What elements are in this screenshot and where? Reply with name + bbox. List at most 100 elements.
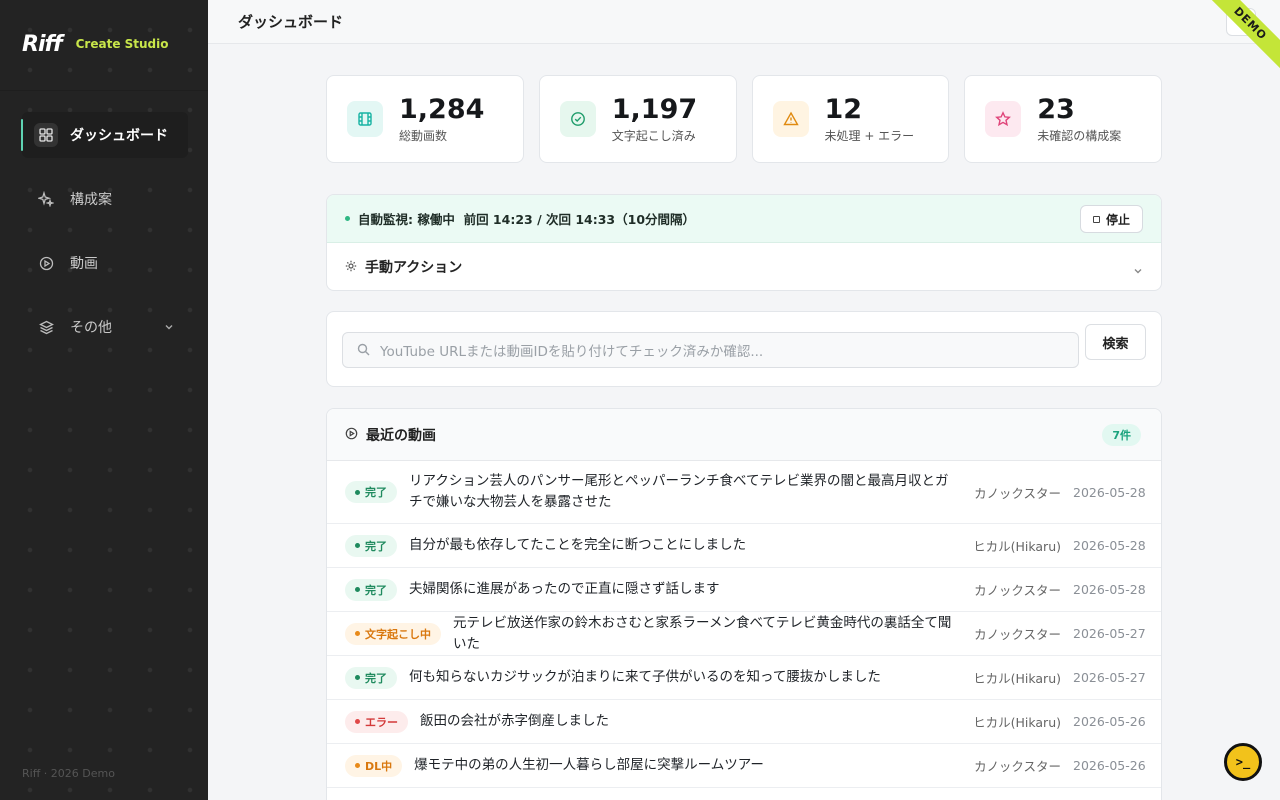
sidebar-nav: ダッシュボード 構成案 動画 その他 bbox=[21, 112, 188, 368]
sidebar-item-videos[interactable]: 動画 bbox=[22, 240, 188, 286]
sidebar-footer: Riff · 2026 Demo bbox=[22, 767, 115, 780]
status-dot bbox=[355, 631, 360, 636]
stat-value: 12 bbox=[824, 93, 863, 125]
play-circle-icon bbox=[34, 251, 58, 275]
status-badge: 完了 bbox=[345, 666, 397, 689]
warning-triangle-icon bbox=[772, 101, 809, 137]
video-title[interactable]: 元テレビ放送作家の鈴木おさむと家系ラーメン食べてテレビ黄金時代の裏話全て聞いた bbox=[453, 613, 971, 655]
video-date: 2026-05-26 bbox=[1073, 714, 1146, 729]
video-channel: カノックスター bbox=[974, 759, 1061, 774]
sidebar-item-dashboard[interactable]: ダッシュボード bbox=[21, 112, 188, 158]
status-dot bbox=[355, 543, 360, 548]
video-title[interactable]: 自分が最も依存してたことを完全に断つことにしました bbox=[409, 535, 971, 556]
sidebar: Riff Create Studio ダッシュボード 構成案 動画 その他 Ri… bbox=[0, 0, 208, 800]
video-date: 2026-05-26 bbox=[1073, 758, 1146, 773]
recent-videos-header: 最近の動画 7件 bbox=[327, 409, 1161, 461]
table-row[interactable]: 完了 何も知らないカジサックが泊まりに来て子供がいるのを知って腰抜かしました ヒカル… bbox=[327, 656, 1161, 700]
recent-videos-panel: 最近の動画 7件 完了 リアクション芸人のパンサー尾形とペッパーランチ食べてテレビ… bbox=[326, 408, 1162, 800]
sparkles-icon bbox=[34, 187, 58, 211]
status-dot bbox=[355, 587, 360, 592]
count-badge: 7件 bbox=[1102, 424, 1141, 446]
main-content: 1,284 総動画数 1,197 文字起こし済み 12 未処理 + エラー 23… bbox=[326, 75, 1162, 800]
video-title[interactable]: 夫婦関係に進展があったので正直に隠さず話します bbox=[409, 579, 971, 600]
stats-row: 1,284 総動画数 1,197 文字起こし済み 12 未処理 + エラー 23… bbox=[326, 75, 1162, 163]
sidebar-item-label: 動画 bbox=[70, 256, 98, 272]
stop-icon bbox=[1092, 215, 1100, 223]
check-circle-icon bbox=[559, 101, 596, 137]
brand-subtitle: Create Studio bbox=[75, 37, 169, 51]
monitor-panel: 自動監視: 稼働中 前回 14:23 / 次回 14:33（10分間隔） 停止 … bbox=[326, 194, 1162, 291]
page-title: ダッシュボード bbox=[238, 13, 344, 31]
play-circle-icon bbox=[345, 425, 358, 444]
video-date: 2026-05-28 bbox=[1073, 538, 1146, 553]
video-date: 2026-05-27 bbox=[1073, 670, 1146, 685]
video-date: 2026-05-27 bbox=[1073, 626, 1146, 641]
film-icon bbox=[347, 101, 383, 137]
gear-icon bbox=[345, 257, 357, 276]
top-header: ダッシュボード bbox=[208, 0, 1280, 44]
table-row[interactable]: DL中 爆モテ中の弟の人生初一人暮らし部屋に突撃ルームツアー カノックスター 2026… bbox=[327, 744, 1161, 788]
table-row[interactable]: エラー 飯田の会社が赤字倒産しました ヒカル(Hikaru) 2026-05-26 bbox=[327, 700, 1161, 744]
brand[interactable]: Riff Create Studio bbox=[22, 30, 169, 58]
stat-card-total: 1,284 総動画数 bbox=[326, 75, 524, 163]
video-channel: ヒカル(Hikaru) bbox=[973, 539, 1061, 554]
stop-button[interactable]: 停止 bbox=[1079, 205, 1143, 233]
search-button[interactable]: 検索 bbox=[1085, 324, 1146, 360]
star-icon bbox=[985, 101, 1022, 137]
demo-ribbon-container: DEMO bbox=[1190, 0, 1280, 90]
chevron-down-icon bbox=[1133, 261, 1143, 280]
table-row[interactable]: 完了 夫婦関係に進展があったので正直に隠さず話します カノックスター 2026-05-… bbox=[327, 568, 1161, 612]
brand-divider bbox=[0, 90, 208, 91]
table-row[interactable]: 文字起こし中 元テレビ放送作家の鈴木おさむと家系ラーメン食べてテレビ黄金時代の裏話… bbox=[327, 612, 1161, 656]
status-badge: エラー bbox=[345, 710, 408, 733]
search-placeholder: YouTube URLまたは動画IDを貼り付けてチェック済みか確認... bbox=[380, 344, 764, 360]
video-channel: カノックスター bbox=[974, 583, 1061, 598]
video-date: 2026-05-28 bbox=[1073, 484, 1146, 500]
table-row[interactable]: 完了 自分が最も依存してたことを完全に断つことにしました ヒカル(Hikaru) 20… bbox=[327, 524, 1161, 568]
video-title[interactable]: 飯田の会社が赤字倒産しました bbox=[420, 711, 971, 732]
video-title[interactable]: 爆モテ中の弟の人生初一人暮らし部屋に突撃ルームツアー bbox=[414, 755, 971, 776]
video-date: 2026-05-28 bbox=[1073, 582, 1146, 597]
stat-card-transcribed: 1,197 文字起こし済み bbox=[538, 75, 737, 163]
sidebar-item-label: 構成案 bbox=[70, 192, 112, 208]
status-badge: 完了 bbox=[345, 534, 397, 557]
monitor-status-text: 自動監視: 稼働中 前回 14:23 / 次回 14:33（10分間隔） bbox=[358, 212, 696, 227]
sidebar-item-proposals[interactable]: 構成案 bbox=[22, 176, 188, 222]
sidebar-item-label: ダッシュボード bbox=[70, 128, 168, 144]
search-input[interactable]: YouTube URLまたは動画IDを貼り付けてチェック済みか確認... bbox=[342, 332, 1079, 368]
status-badge: DL中 bbox=[345, 754, 403, 777]
status-dot bbox=[355, 719, 360, 724]
sidebar-item-label: その他 bbox=[70, 320, 112, 336]
stat-label: 総動画数 bbox=[399, 128, 448, 143]
sidebar-item-other[interactable]: その他 bbox=[22, 304, 188, 350]
status-badge: 完了 bbox=[345, 481, 397, 503]
video-channel: カノックスター bbox=[974, 627, 1061, 642]
monitor-status-bar: 自動監視: 稼働中 前回 14:23 / 次回 14:33（10分間隔） 停止 bbox=[327, 195, 1161, 243]
chevron-down-icon bbox=[164, 320, 174, 336]
stat-label: 未処理 + エラー bbox=[824, 128, 915, 143]
stat-value: 1,284 bbox=[399, 93, 485, 125]
video-title[interactable]: 何も知らないカジサックが泊まりに来て子供がいるのを知って腰抜かしました bbox=[409, 667, 971, 688]
status-dot bbox=[355, 489, 360, 495]
video-title[interactable]: リアクション芸人のパンサー尾形とペッパーランチ食べてテレビ業界の闇と最高月収とガ… bbox=[409, 471, 971, 513]
manual-actions-toggle[interactable]: 手動アクション bbox=[327, 243, 1161, 290]
search-icon bbox=[357, 341, 370, 360]
stat-card-unreviewed: 23 未確認の構成案 bbox=[964, 75, 1162, 163]
manual-actions-label: 手動アクション bbox=[365, 259, 463, 276]
stop-button-label: 停止 bbox=[1105, 212, 1130, 227]
stat-card-pending: 12 未処理 + エラー bbox=[751, 75, 950, 163]
video-list: 完了 リアクション芸人のパンサー尾形とペッパーランチ食べてテレビ業界の闇と最高月収… bbox=[327, 461, 1161, 788]
layers-icon bbox=[34, 315, 58, 339]
status-badge: 完了 bbox=[345, 578, 397, 601]
status-dot bbox=[345, 216, 350, 221]
riff-logo: Riff bbox=[22, 31, 63, 57]
stat-value: 23 bbox=[1037, 93, 1075, 125]
stat-label: 文字起こし済み bbox=[611, 128, 696, 143]
table-row[interactable]: 完了 リアクション芸人のパンサー尾形とペッパーランチ食べてテレビ業界の闇と最高月収… bbox=[327, 461, 1161, 524]
video-channel: カノックスター bbox=[974, 485, 1061, 501]
status-dot bbox=[355, 675, 360, 680]
status-dot bbox=[355, 763, 360, 768]
demo-ribbon: DEMO bbox=[1193, 0, 1280, 81]
terminal-fab-button[interactable]: >_ bbox=[1224, 743, 1262, 781]
stat-label: 未確認の構成案 bbox=[1037, 128, 1122, 143]
